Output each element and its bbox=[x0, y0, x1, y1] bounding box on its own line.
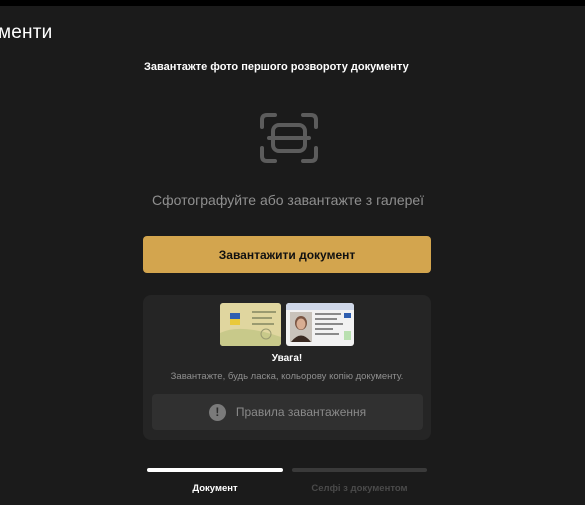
upload-document-button[interactable]: Завантажити документ bbox=[143, 236, 431, 273]
upload-heading-text: Завантажте фото першого розвороту докуме… bbox=[144, 61, 409, 73]
warning-text: Завантажте, будь ласка, кольорову копію … bbox=[170, 371, 404, 382]
exclamation-icon: ! bbox=[208, 403, 226, 421]
upload-hint: Сфотографуйте або завантажте з галереї bbox=[152, 192, 425, 208]
step-label-selfie[interactable]: Селфі з документом bbox=[292, 483, 427, 494]
warning-title: Увага! bbox=[271, 353, 303, 364]
step-progress-document bbox=[147, 468, 283, 472]
warning-card: Увага! Завантажте, будь ласка, кольорову… bbox=[143, 295, 431, 440]
step-label-document[interactable]: Документ bbox=[147, 483, 283, 494]
id-card-front-image bbox=[220, 303, 281, 346]
upload-document-screen: менти Завантажте фото першого розвороту … bbox=[0, 0, 585, 505]
upload-rules-label: Правила завантаження bbox=[235, 405, 367, 419]
upload-rules-button[interactable]: ! Правила завантаження bbox=[152, 394, 423, 430]
scan-document-icon bbox=[260, 113, 318, 163]
top-strip bbox=[0, 0, 585, 6]
page-title: менти bbox=[0, 22, 53, 43]
id-card-photo-image bbox=[286, 303, 354, 346]
step-progress-selfie bbox=[292, 468, 427, 472]
